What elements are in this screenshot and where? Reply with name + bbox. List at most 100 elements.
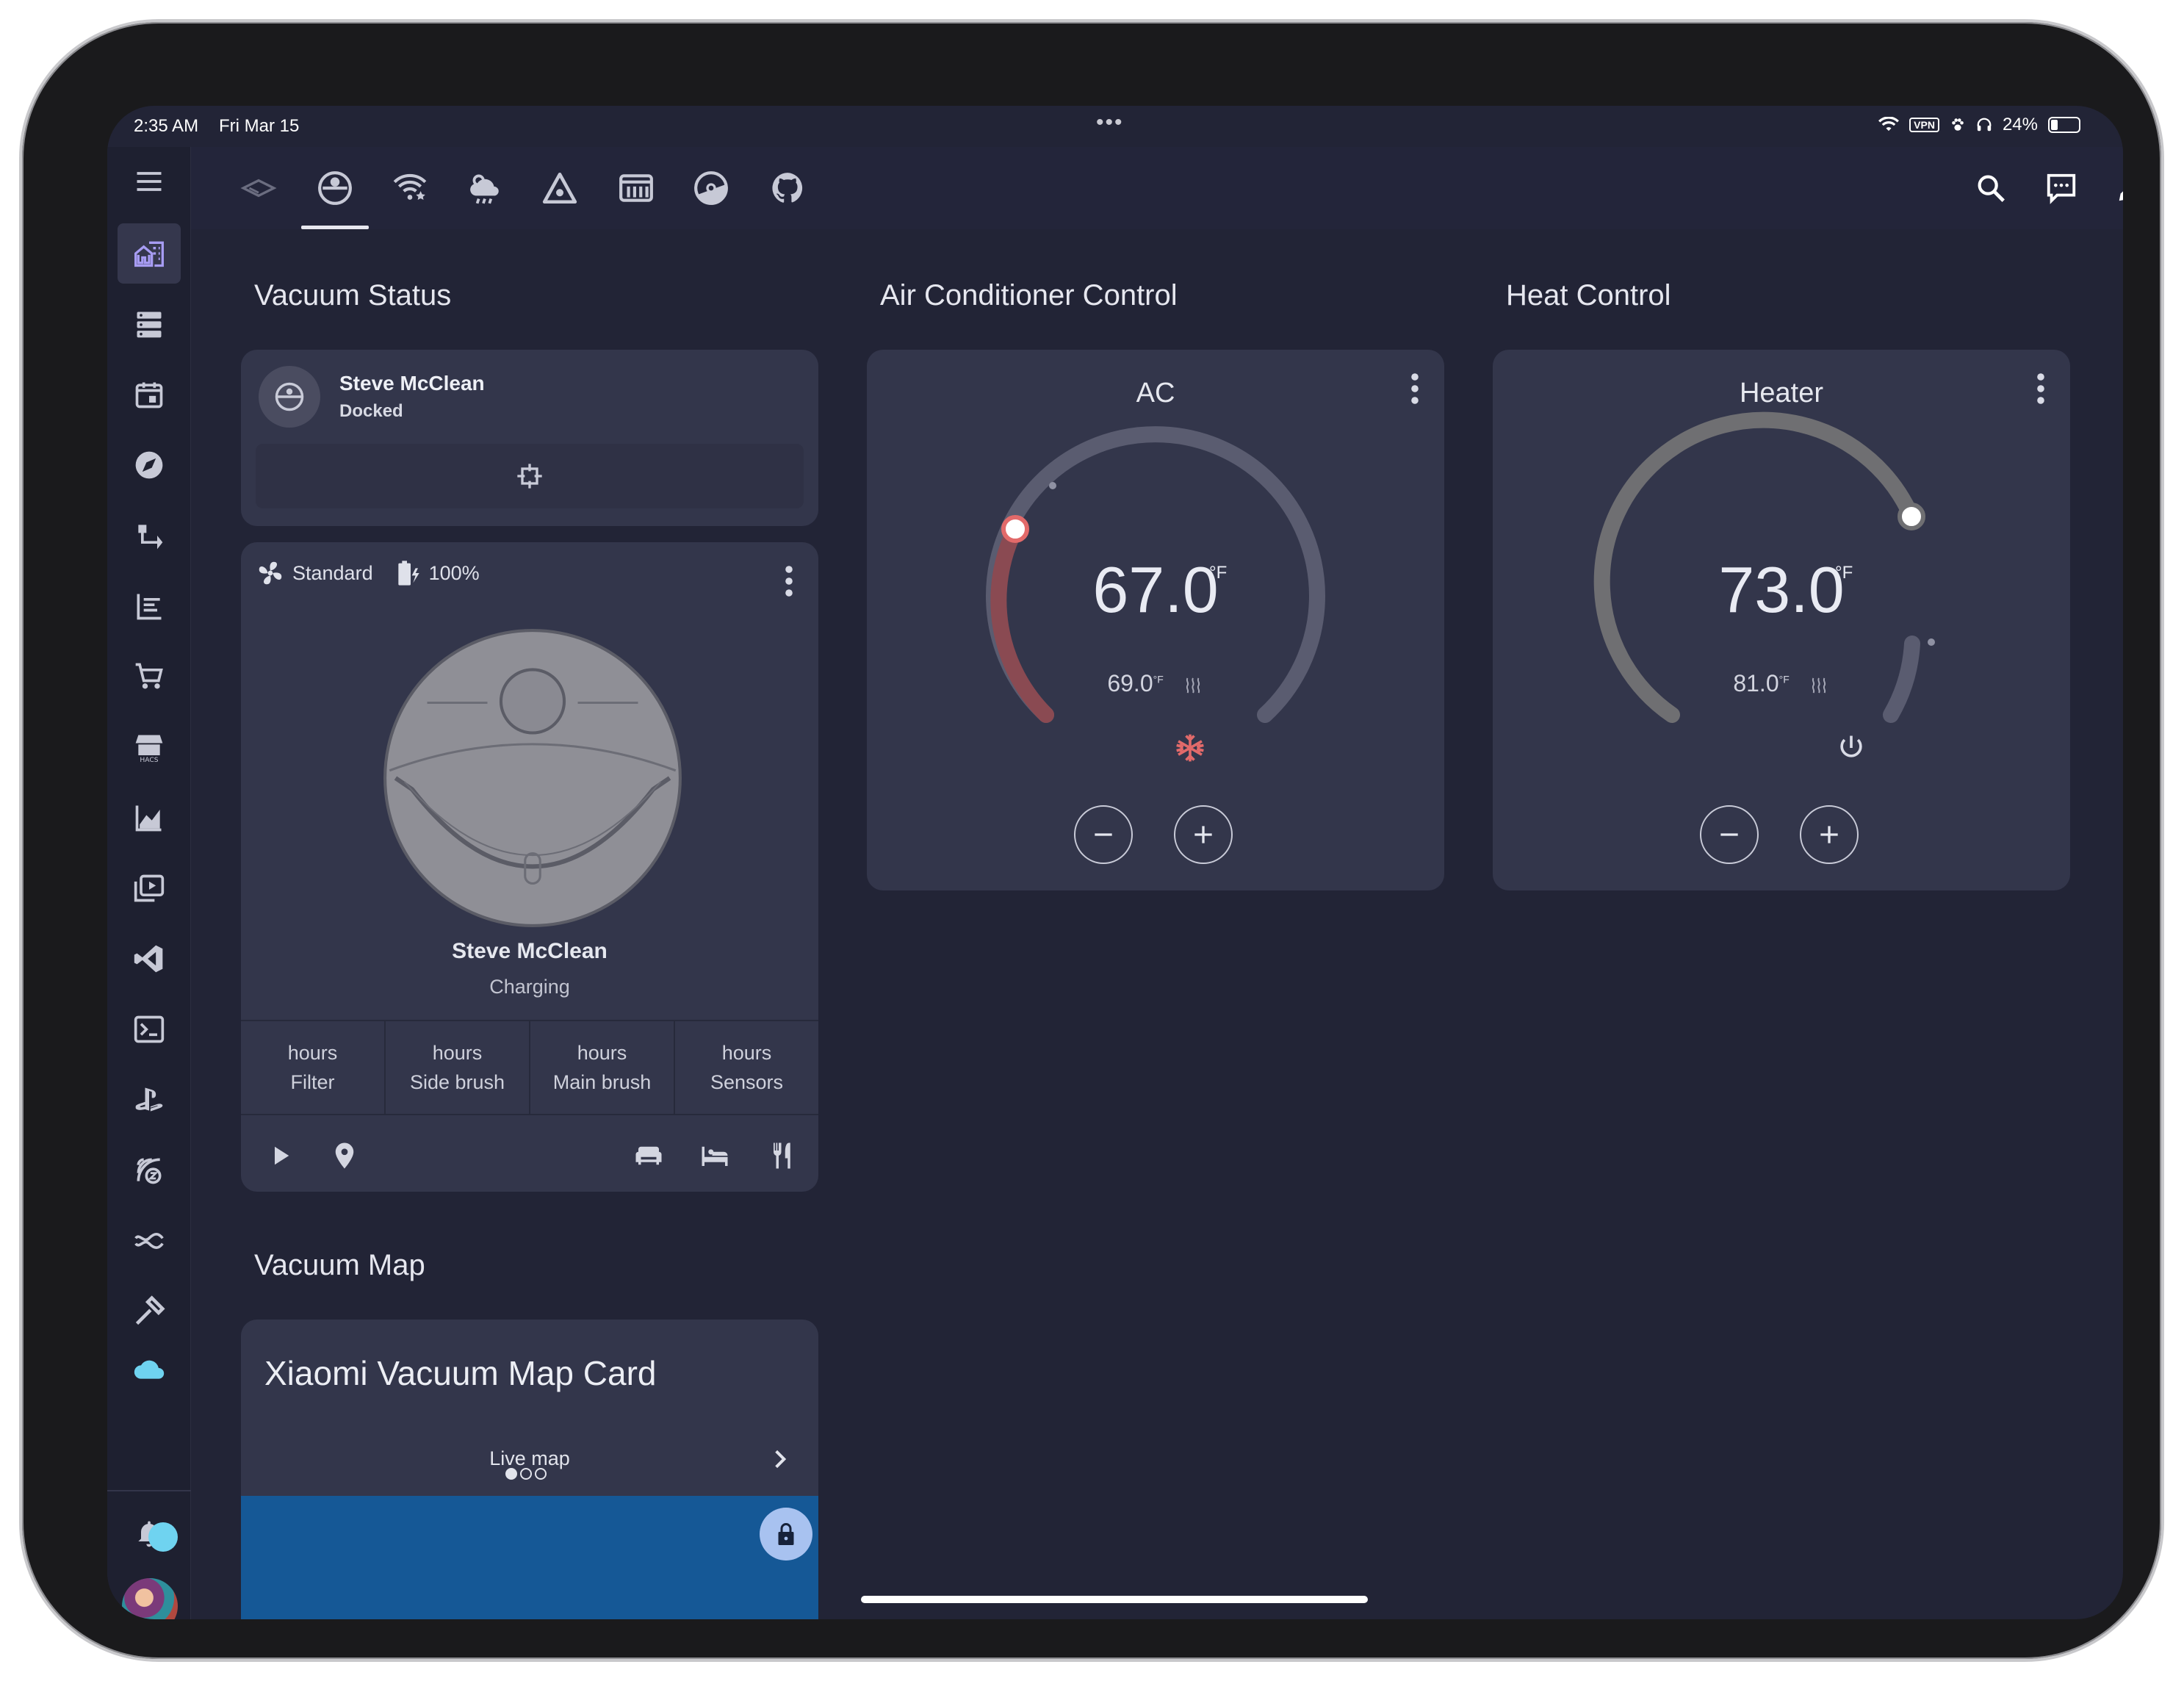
assist-button[interactable] (2039, 166, 2083, 210)
tab-vacuum[interactable] (298, 147, 372, 229)
vacuum-map-title: Vacuum Map (254, 1249, 425, 1281)
snowflake-icon[interactable] (1174, 732, 1206, 764)
esphome-icon (134, 1233, 164, 1249)
server-icon (137, 312, 162, 338)
sidebar-item-shopping[interactable] (118, 647, 181, 707)
heater-decrease-button[interactable] (1700, 805, 1759, 864)
heater-thermostat-card: Heater 73.0 °F 81.0°F (1493, 350, 2070, 890)
sidebar-item-hacs[interactable]: HACS (118, 717, 181, 777)
fan-icon[interactable] (256, 558, 285, 588)
sidebar-item-playstation[interactable] (118, 1070, 181, 1130)
cart-icon (135, 663, 163, 689)
maintenance-stats: hours Filter hours Side brush hours Main br… (241, 1020, 818, 1115)
battery-percent: 24% (2002, 115, 2038, 134)
ac-decrease-button[interactable] (1074, 805, 1133, 864)
ac-target-unit: °F (1209, 563, 1228, 583)
svg-text:HACS: HACS (140, 756, 158, 763)
tab-github[interactable] (751, 147, 824, 229)
tab-network[interactable] (373, 147, 447, 229)
tab-pokemon[interactable] (674, 147, 748, 229)
home-indicator[interactable] (861, 1596, 1368, 1603)
heat-wave-icon (1812, 677, 1826, 694)
locate-vacuum-button[interactable] (328, 1139, 361, 1173)
map-canvas[interactable] (241, 1496, 818, 1619)
edit-button[interactable] (2110, 166, 2123, 210)
chevron-right-icon[interactable] (768, 1447, 792, 1471)
map-lock-button[interactable] (760, 1508, 812, 1561)
tab-home-assistant[interactable] (523, 147, 597, 229)
tab-nas[interactable] (599, 147, 673, 229)
vacuum-actions (241, 1123, 818, 1189)
ac-target-temp: 67.0 (1092, 553, 1219, 626)
stat-sensors[interactable]: hours Sensors (675, 1021, 818, 1114)
more-vert-icon[interactable] (783, 563, 795, 600)
sidebar-item-terminal[interactable] (118, 999, 181, 1059)
sidebar-item-server[interactable] (118, 294, 181, 354)
vacuum-toolbar: Standard 100% (256, 558, 480, 588)
sidebar-item-developer-tools[interactable] (118, 1281, 181, 1342)
vacuum-card: Standard 100% Steve McClean Charging hou… (241, 542, 818, 1192)
sidebar-item-automation[interactable] (118, 505, 181, 566)
sidebar-item-calendar[interactable] (118, 364, 181, 425)
pokeball-icon (694, 171, 728, 205)
ac-thermostat-card: AC 67.0 °F 69.0°F (867, 350, 1444, 890)
hammer-icon (135, 1295, 165, 1325)
sidebar-item-esphome[interactable] (118, 1211, 181, 1271)
weather-icon (470, 174, 499, 204)
vacuum-entity-card[interactable]: Steve McClean Docked (241, 350, 818, 526)
battery-charging-icon (397, 561, 419, 586)
sidebar-item-compass[interactable] (118, 435, 181, 495)
power-icon[interactable] (1835, 732, 1867, 764)
sidebar-item-zigbee[interactable] (118, 1140, 181, 1201)
nas-icon (619, 174, 653, 202)
target-icon (517, 464, 542, 489)
calendar-icon (135, 382, 163, 408)
sidebar-item-cloud[interactable] (118, 1352, 181, 1381)
sidebar-item-history[interactable] (118, 788, 181, 848)
ac-increase-button[interactable] (1174, 805, 1233, 864)
vacuum-map-card: Xiaomi Vacuum Map Card Live map (241, 1320, 818, 1619)
multitasking-dots[interactable]: ••• (1096, 110, 1124, 135)
map-mode-indicator[interactable] (505, 1468, 547, 1480)
search-button[interactable] (1969, 166, 2013, 210)
avatar[interactable] (122, 1578, 178, 1619)
menu-icon[interactable] (118, 151, 181, 212)
stat-side-brush[interactable]: hours Side brush (386, 1021, 530, 1114)
plus-icon (1820, 826, 1838, 843)
start-button[interactable] (263, 1139, 297, 1173)
vacuum-image (383, 629, 682, 927)
heater-increase-button[interactable] (1800, 805, 1859, 864)
rooms-icon (240, 179, 277, 198)
wifi-icon (1878, 117, 1900, 132)
ac-control-title: Air Conditioner Control (880, 279, 1178, 312)
top-app-bar (191, 147, 2123, 229)
call-split-icon (138, 525, 163, 550)
clean-kitchen-button[interactable] (767, 1139, 801, 1173)
stat-main-brush[interactable]: hours Main brush (530, 1021, 675, 1114)
stat-label: Filter (290, 1071, 335, 1093)
heater-current-unit: °F (1778, 673, 1790, 685)
stat-value: hours (287, 1042, 338, 1064)
ac-current-temp: 69.0°F (867, 670, 1444, 697)
vpn-badge: VPN (1909, 118, 1939, 132)
play-icon (275, 1146, 289, 1165)
map-mode-label: Live map (489, 1447, 570, 1469)
locate-button[interactable] (256, 444, 804, 508)
tab-weather[interactable] (448, 147, 522, 229)
tab-rooms[interactable] (222, 147, 295, 229)
sidebar-item-logbook[interactable] (118, 576, 181, 636)
paw-icon (1952, 118, 1964, 131)
sidebar-item-vscode[interactable] (118, 929, 181, 989)
pencil-icon (2119, 191, 2123, 201)
stat-label: Main brush (552, 1071, 652, 1093)
bed-icon (702, 1146, 728, 1166)
sidebar-item-overview[interactable] (118, 223, 181, 284)
stat-filter[interactable]: hours Filter (241, 1021, 386, 1114)
robot-vacuum-icon (259, 366, 320, 428)
clean-living-room-button[interactable] (632, 1139, 666, 1173)
clean-bedroom-button[interactable] (698, 1139, 732, 1173)
silverware-icon (773, 1142, 790, 1169)
sidebar-item-media[interactable] (118, 858, 181, 918)
heater-target-temp: 73.0 (1718, 553, 1845, 626)
map-card-title: Xiaomi Vacuum Map Card (264, 1354, 657, 1392)
